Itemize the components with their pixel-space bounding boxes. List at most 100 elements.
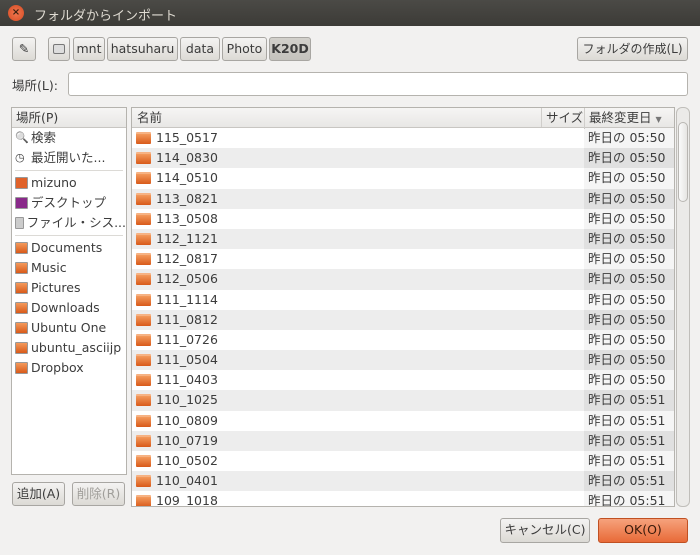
file-row[interactable]: 111_1114 昨日の 05:50 — [132, 289, 674, 310]
file-row[interactable]: 112_0506 昨日の 05:50 — [132, 269, 674, 290]
file-row[interactable]: 111_0812 昨日の 05:50 — [132, 309, 674, 330]
file-name-cell: 111_0812 — [136, 310, 218, 330]
file-row[interactable]: 114_0510 昨日の 05:50 — [132, 168, 674, 189]
file-row[interactable]: 109_1018 昨日の 05:51 — [132, 491, 674, 506]
file-name: 111_0403 — [156, 372, 218, 388]
folder-icon — [136, 172, 151, 185]
file-list: 名前 サイズ 最終変更日 ▼ 115_0517 昨日の 05:50 114_0830… — [131, 107, 675, 507]
sidebar-item[interactable]: デスクトップ — [12, 193, 126, 213]
path-root-button[interactable] — [48, 37, 70, 61]
file-name: 112_0506 — [156, 271, 218, 287]
sidebar-item[interactable]: Ubuntu One — [12, 318, 126, 338]
file-name-cell: 112_1121 — [136, 229, 218, 249]
sidebar-separator — [15, 235, 123, 236]
file-name: 110_0401 — [156, 473, 218, 489]
file-row[interactable]: 111_0504 昨日の 05:50 — [132, 350, 674, 371]
column-modified[interactable]: 最終変更日 ▼ — [584, 108, 674, 129]
path-button-data[interactable]: data — [180, 37, 220, 61]
sort-descending-icon: ▼ — [655, 115, 662, 124]
pictures-folder-icon — [15, 282, 28, 294]
create-folder-button[interactable]: フォルダの作成(L) — [577, 37, 688, 61]
sidebar-item[interactable]: Documents — [12, 238, 126, 258]
file-name: 110_1025 — [156, 392, 218, 408]
places-sidebar: 場所(P) 🔍 検索 ◷ 最近開いた... mizuno デスクトップ ファイル・シス...… — [11, 107, 127, 475]
sidebar-item-label: Downloads — [31, 300, 100, 315]
folder-icon — [136, 374, 151, 387]
sidebar-item[interactable]: ubuntu_asciijp — [12, 338, 126, 358]
file-modified: 昨日の 05:50 — [584, 249, 674, 270]
file-row[interactable]: 112_1121 昨日の 05:50 — [132, 228, 674, 250]
search-icon: 🔍 — [15, 131, 29, 144]
file-row[interactable]: 110_0502 昨日の 05:51 — [132, 451, 674, 472]
path-button-photo[interactable]: Photo — [222, 37, 267, 61]
file-name: 110_0719 — [156, 432, 218, 448]
ok-button[interactable]: OK(O) — [598, 518, 688, 543]
edit-location-button[interactable]: ✎ — [12, 37, 36, 61]
sidebar-item[interactable]: Downloads — [12, 298, 126, 318]
file-row[interactable]: 111_0403 昨日の 05:50 — [132, 370, 674, 391]
sidebar-item-label: ubuntu_asciijp — [31, 340, 122, 355]
file-row[interactable]: 115_0517 昨日の 05:50 — [132, 128, 674, 149]
file-name: 111_0812 — [156, 311, 218, 327]
sidebar-separator — [15, 170, 123, 171]
path-button-mnt[interactable]: mnt — [73, 37, 105, 61]
clock-icon: ◷ — [15, 151, 25, 164]
file-modified: 昨日の 05:50 — [584, 329, 674, 351]
file-row[interactable]: 110_1025 昨日の 05:51 — [132, 390, 674, 411]
file-row[interactable]: 110_0401 昨日の 05:51 — [132, 471, 674, 492]
path-button-k20d[interactable]: K20D — [269, 37, 311, 61]
file-list-scrollbar[interactable] — [676, 107, 690, 507]
folder-icon — [15, 342, 28, 354]
file-name: 110_0809 — [156, 412, 218, 428]
downloads-folder-icon — [15, 302, 28, 314]
sidebar-item-label: 検索 — [31, 130, 57, 145]
sidebar-item[interactable]: ファイル・シス... — [12, 213, 126, 233]
folder-icon — [136, 293, 151, 306]
cancel-button[interactable]: キャンセル(C) — [500, 518, 590, 543]
folder-icon — [136, 394, 151, 407]
file-name-cell: 111_0504 — [136, 350, 218, 370]
column-name[interactable]: 名前 — [137, 108, 162, 127]
file-list-header: 名前 サイズ 最終変更日 ▼ — [132, 108, 674, 129]
location-input[interactable] — [68, 72, 688, 96]
remove-bookmark-button[interactable]: 削除(R) — [72, 482, 125, 506]
file-name-cell: 110_0401 — [136, 471, 218, 491]
file-row[interactable]: 113_0508 昨日の 05:50 — [132, 208, 674, 229]
sidebar-item-label: デスクトップ — [31, 195, 107, 210]
sidebar-item-label: Music — [31, 260, 67, 275]
file-name-cell: 112_0817 — [136, 249, 218, 269]
folder-icon — [136, 354, 151, 367]
file-modified: 昨日の 05:50 — [584, 188, 674, 209]
file-modified: 昨日の 05:50 — [584, 350, 674, 371]
file-modified: 昨日の 05:50 — [584, 148, 674, 169]
file-row[interactable]: 114_0830 昨日の 05:50 — [132, 148, 674, 169]
file-row[interactable]: 110_0809 昨日の 05:51 — [132, 410, 674, 431]
sidebar-item[interactable]: Pictures — [12, 278, 126, 298]
file-name-cell: 110_1025 — [136, 390, 218, 410]
file-name: 113_0508 — [156, 210, 218, 226]
sidebar-item[interactable]: Dropbox — [12, 358, 126, 378]
file-name: 112_0817 — [156, 251, 218, 267]
sidebar-item-label: Pictures — [31, 280, 81, 295]
folder-icon — [136, 192, 151, 205]
file-name-cell: 111_0726 — [136, 330, 218, 350]
file-row[interactable]: 111_0726 昨日の 05:50 — [132, 329, 674, 351]
sidebar-item[interactable]: mizuno — [12, 173, 126, 193]
close-button[interactable]: × — [8, 5, 24, 21]
path-button-hatsuharu[interactable]: hatsuharu — [107, 37, 178, 61]
file-row[interactable]: 110_0719 昨日の 05:51 — [132, 430, 674, 451]
file-name: 111_0504 — [156, 352, 218, 368]
file-row[interactable]: 113_0821 昨日の 05:50 — [132, 188, 674, 209]
file-row[interactable]: 112_0817 昨日の 05:50 — [132, 249, 674, 270]
places-header[interactable]: 場所(P) — [12, 108, 126, 128]
file-name-cell: 110_0719 — [136, 431, 218, 451]
sidebar-item[interactable]: Music — [12, 258, 126, 278]
file-name: 111_1114 — [156, 291, 218, 307]
sidebar-item[interactable]: 🔍 検索 — [12, 128, 126, 148]
sidebar-item[interactable]: ◷ 最近開いた... — [12, 148, 126, 168]
file-name: 114_0510 — [156, 170, 218, 186]
column-size[interactable]: サイズ — [541, 108, 585, 127]
add-bookmark-button[interactable]: 追加(A) — [12, 482, 65, 506]
sidebar-item-label: ファイル・シス... — [26, 215, 126, 230]
scrollbar-thumb[interactable] — [678, 122, 688, 202]
